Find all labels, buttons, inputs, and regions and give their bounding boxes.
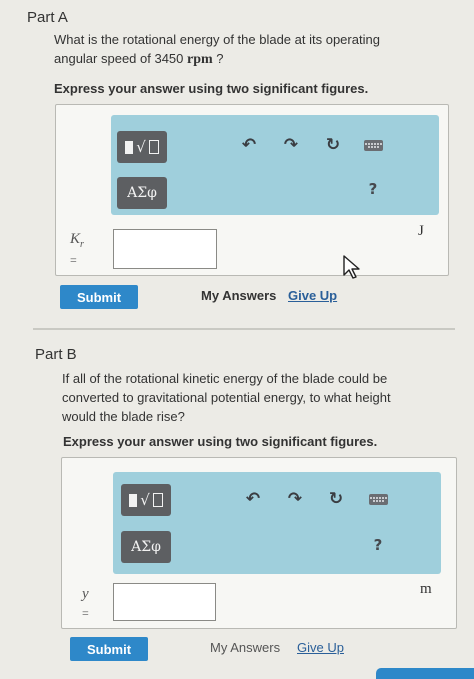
part-b-my-answers-link[interactable]: My Answers [210,640,280,655]
part-a-equals-sign: = [70,253,77,267]
redo-icon[interactable]: ↷ [285,489,305,509]
greek-symbols-button[interactable]: ΑΣφ [121,531,171,563]
keyboard-icon[interactable] [363,135,383,155]
part-a-submit-button[interactable]: Submit [60,285,138,309]
part-b-question: If all of the rotational kinetic energy … [62,369,391,426]
undo-icon[interactable]: ↶ [243,489,263,509]
part-a-variable-label: Kr [70,231,84,250]
part-a-math-toolbar: √ ΑΣφ ↶ ↷ ↻ ? [111,115,439,215]
part-a-instruction: Express your answer using two significan… [54,81,369,96]
templates-button[interactable]: √ [121,484,171,516]
mouse-cursor-icon [343,255,360,279]
help-icon[interactable]: ? [363,179,383,199]
part-b-answer-box: √ ΑΣφ ↶ ↷ ↻ ? y = m [61,457,457,629]
part-b-question-line2: converted to gravitational potential ene… [62,390,391,405]
reset-icon[interactable]: ↻ [326,489,346,509]
part-b-question-line3: would the blade rise? [62,409,185,424]
part-b-equals-sign: = [82,606,89,620]
keyboard-icon[interactable] [368,489,388,509]
part-b-answer-input[interactable] [113,583,216,621]
part-a-title: Part A [27,9,68,26]
templates-icon: √ [125,138,159,156]
reset-icon[interactable]: ↻ [323,135,343,155]
continue-button[interactable] [376,668,474,679]
greek-symbols-label: ΑΣφ [127,185,157,201]
part-b-give-up-link[interactable]: Give Up [297,640,344,655]
part-b-unit-label: m [420,581,432,597]
greek-symbols-label: ΑΣφ [131,539,161,555]
templates-icon: √ [129,491,163,509]
part-b-submit-button[interactable]: Submit [70,637,148,661]
help-icon[interactable]: ? [368,535,388,555]
redo-icon[interactable]: ↷ [281,135,301,155]
part-a-my-answers-link[interactable]: My Answers [201,288,276,303]
part-a-answer-input[interactable] [113,229,217,269]
part-b-variable-label: y [82,586,89,602]
part-a-question-line2: angular speed of 3450 rpm ? [54,51,224,67]
part-a-unit-label: J [418,223,424,239]
part-a-question: What is the rotational energy of the bla… [54,30,380,69]
part-a-question-line1: What is the rotational energy of the bla… [54,32,380,47]
greek-symbols-button[interactable]: ΑΣφ [117,177,167,209]
part-b-title: Part B [35,346,77,363]
part-a-answer-box: √ ΑΣφ ↶ ↷ ↻ ? Kr = J [55,104,449,276]
templates-button[interactable]: √ [117,131,167,163]
section-divider [33,328,455,330]
part-b-question-line1: If all of the rotational kinetic energy … [62,371,388,386]
part-b-math-toolbar: √ ΑΣφ ↶ ↷ ↻ ? [113,472,441,574]
part-a-give-up-link[interactable]: Give Up [288,288,337,303]
part-b-instruction: Express your answer using two significan… [63,434,378,449]
rpm-unit: rpm [187,52,213,67]
undo-icon[interactable]: ↶ [239,135,259,155]
